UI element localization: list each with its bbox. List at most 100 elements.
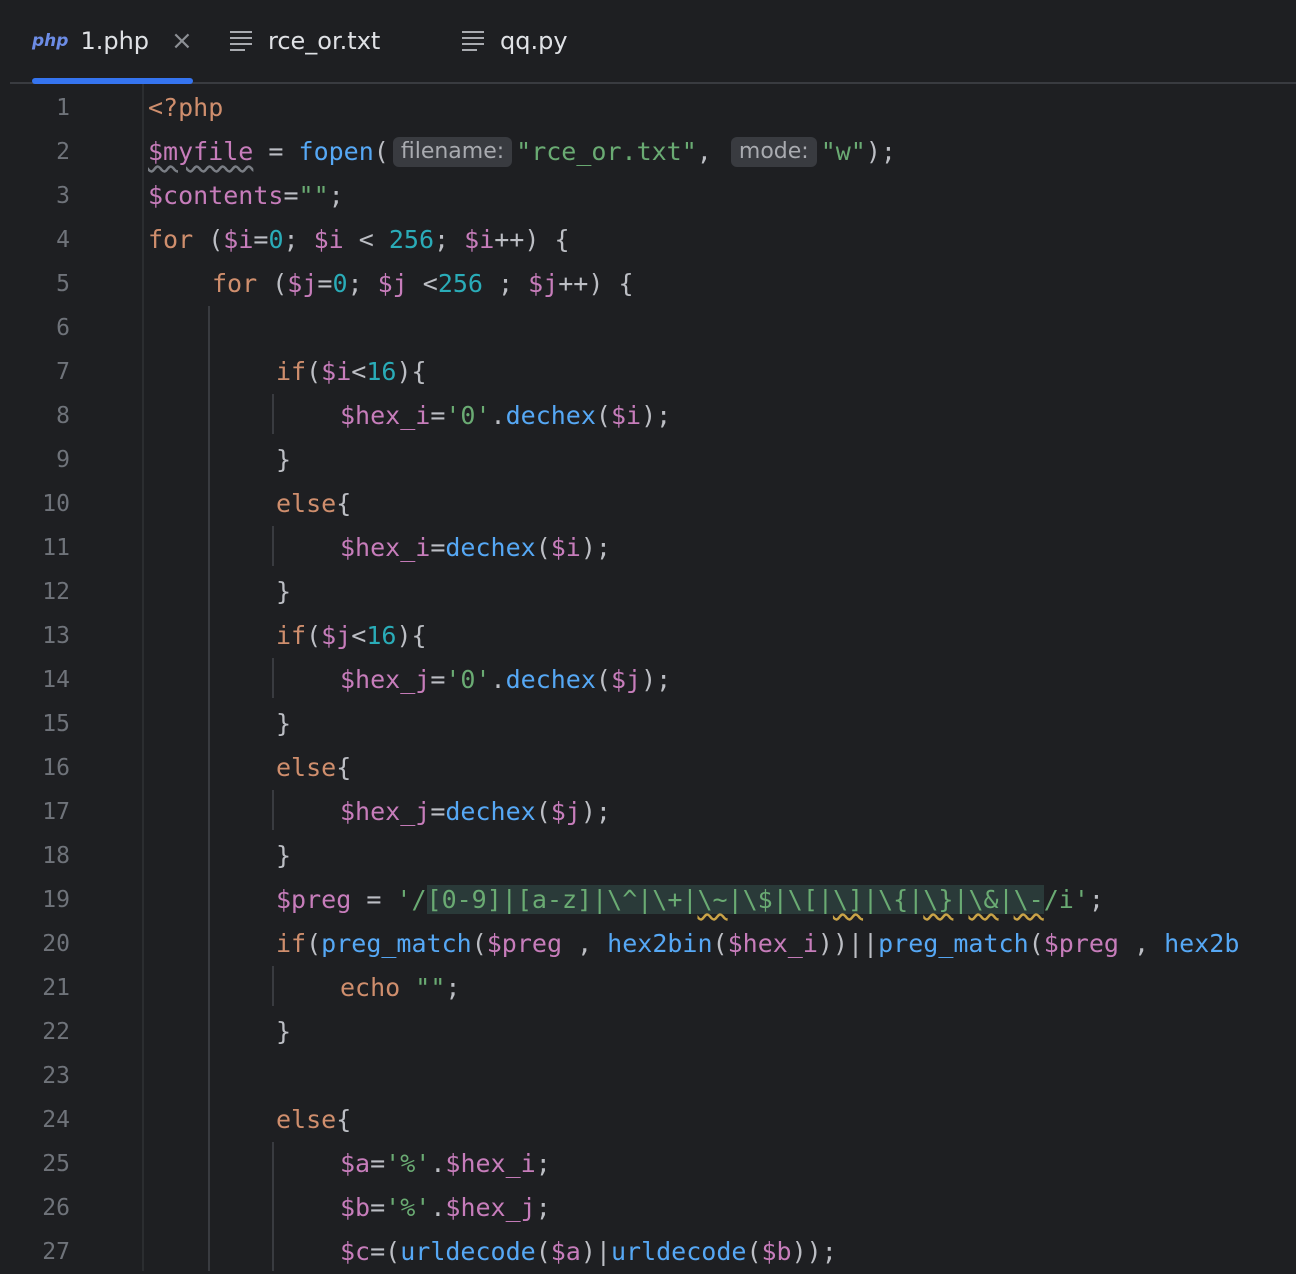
regex-part: |\$|\[| (727, 885, 833, 914)
code-line-12: } (276, 570, 291, 614)
function-call: preg_match (321, 929, 472, 958)
function-call: hex2bin (607, 929, 713, 958)
statement-end: ; (328, 181, 344, 210)
line-number: 19 (42, 887, 70, 913)
string-literal: "" (415, 973, 446, 1002)
text-file-icon (230, 27, 252, 55)
paren: ( (712, 929, 728, 958)
variable: $i (321, 357, 352, 386)
regex-pattern: [0-9]|[a-z]|\^|\+|\~|\$|\[|\]|\{|\}|\&|\… (426, 885, 1044, 914)
regex-redundant-escape: \~ (697, 885, 728, 914)
line-number: 12 (42, 579, 70, 605)
variable: $a (340, 1149, 371, 1178)
line-number: 10 (42, 491, 70, 517)
line-number: 25 (42, 1151, 70, 1177)
operator: = (370, 1193, 386, 1222)
operator: . (430, 1193, 446, 1222)
close-icon[interactable]: × (171, 26, 193, 56)
separator: ; (283, 225, 314, 254)
tab-rce-or-txt[interactable]: rce_or.txt (230, 0, 380, 82)
function-call: urldecode (610, 1237, 747, 1266)
line-number: 8 (56, 403, 70, 429)
number-literal: 256 (388, 225, 435, 254)
statement-end: ; (445, 973, 461, 1002)
variable: $b (340, 1193, 371, 1222)
regex-redundant-escape: \} (923, 885, 954, 914)
code-line-7: if($i<16){ (276, 350, 427, 394)
line-number: 11 (42, 535, 70, 561)
tab-1-php[interactable]: php 1.php × (32, 0, 193, 84)
operator: = (253, 137, 299, 166)
operator: =( (370, 1237, 401, 1266)
statement-end: ; (535, 1193, 551, 1222)
keyword: for (148, 225, 194, 254)
line-number: 2 (56, 139, 70, 165)
function-call: dechex (505, 401, 596, 430)
block-open: ){ (396, 621, 427, 650)
line-number: 15 (42, 711, 70, 737)
code-line-9: } (276, 438, 291, 482)
variable: $j (550, 797, 581, 826)
variable: $j (321, 621, 352, 650)
line-number: 13 (42, 623, 70, 649)
php-open-tag: <?php (148, 93, 224, 122)
tab-label: 1.php (80, 27, 150, 55)
variable: $myfile (148, 137, 254, 166)
statement-end: ); (580, 797, 611, 826)
line-number: 18 (42, 843, 70, 869)
variable: $i (313, 225, 344, 254)
code-line-14: $hex_j='0'.dechex($j); (340, 658, 671, 702)
function-call: fopen (298, 137, 374, 166)
code-line-20: if(preg_match($preg , hex2bin($hex_i))||… (276, 922, 1239, 966)
regex-redundant-escape: \& (968, 885, 999, 914)
paren: ( (257, 269, 288, 298)
parameter-hint: filename: (392, 137, 513, 167)
operator: = (430, 665, 446, 694)
loop-tail: ++) { (558, 269, 634, 298)
operator: = (430, 533, 446, 562)
paren: ( (471, 929, 487, 958)
operator: . (490, 401, 506, 430)
variable: $hex_i (340, 401, 431, 430)
paren: ( (746, 1237, 762, 1266)
code-line-10: else{ (276, 482, 351, 526)
operator: = (317, 269, 333, 298)
variable: $j (377, 269, 408, 298)
line-number: 26 (42, 1195, 70, 1221)
keyword: else (276, 753, 337, 782)
variable: $contents (148, 181, 284, 210)
statement-end: ); (865, 137, 896, 166)
variable: $j (610, 665, 642, 694)
paren: ( (595, 401, 611, 430)
function-call: preg_match (878, 929, 1029, 958)
code-line-27: $c=(urldecode($a)|urldecode($b)); (340, 1230, 837, 1274)
code-line-11: $hex_i=dechex($i); (340, 526, 611, 570)
code-line-15: } (276, 702, 291, 746)
operator: = (253, 225, 269, 254)
function-call: dechex (445, 533, 536, 562)
statement-end: ); (641, 401, 672, 430)
loop-tail: ++) { (494, 225, 570, 254)
line-number: 23 (42, 1063, 70, 1089)
number-literal: 0 (332, 269, 348, 298)
function-call: urldecode (400, 1237, 536, 1266)
comma: , (1118, 929, 1165, 958)
block-close: } (276, 841, 292, 870)
block-open: { (336, 753, 352, 782)
operator: = (430, 797, 446, 826)
indent-guide (272, 658, 274, 698)
regex-redundant-escape: \] (832, 885, 864, 914)
separator: ; (482, 269, 529, 298)
keyword: else (276, 489, 337, 518)
code-line-5: for ($j=0; $j <256 ; $j++) { (212, 262, 634, 306)
block-open: { (336, 1105, 352, 1134)
code-line-25: $a='%'.$hex_i; (340, 1142, 551, 1186)
operator: = (283, 181, 299, 210)
block-close: } (276, 445, 292, 474)
tab-qq-py[interactable]: qq.py (462, 0, 568, 82)
variable: $i (464, 225, 495, 254)
separator: ; (347, 269, 378, 298)
line-number: 20 (42, 931, 70, 957)
operator: < (351, 621, 367, 650)
string-quote: '/ (396, 885, 427, 914)
